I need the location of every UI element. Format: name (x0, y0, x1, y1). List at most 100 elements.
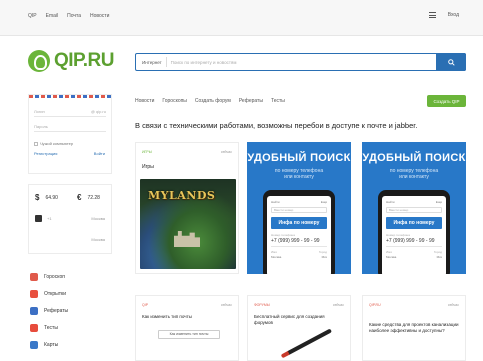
search-input[interactable]: Поиск по интернету и новостям (167, 60, 436, 65)
checkbox-icon (34, 141, 38, 146)
remember-checkbox[interactable]: Чужой компьютер (34, 141, 73, 146)
eur-rate: € 72.28 (77, 193, 100, 202)
game-card[interactable]: ИГРЫ сейчас Игры MYLANDS (135, 142, 239, 274)
screen-button: Инфа по номеру (271, 217, 327, 229)
dollar-icon: $ (35, 193, 40, 202)
screen-input: Ввести номер (271, 207, 327, 213)
card-action-button[interactable]: Как изменить тип почты (158, 330, 220, 339)
card-tag: QIP (142, 303, 149, 307)
card-meta: QIP сейчас (142, 303, 232, 307)
news-card[interactable]: QIP сейчас Как изменить тип почты Как из… (135, 295, 239, 361)
euro-icon: € (77, 193, 82, 202)
screen-footer-left-val: Москва (271, 255, 282, 259)
ad-subtitle-line: или контакту (399, 174, 429, 180)
service-cards[interactable]: Открытки (30, 289, 68, 298)
game-logo: MYLANDS (148, 189, 216, 202)
login-link[interactable]: Вход (448, 12, 459, 18)
screen-label: Номер телефона (386, 233, 410, 237)
screen-label: Номер телефона (271, 233, 295, 237)
site-logo[interactable]: QIP.RU (28, 50, 115, 72)
login-field[interactable]: Логин @ qip.ru (34, 107, 106, 117)
screen-top-left: Найти (386, 200, 395, 204)
weather-city[interactable]: Москва (91, 216, 105, 221)
card-meta: ФОРУМЫ сейчас (254, 303, 344, 307)
tab-news[interactable]: Новости (135, 98, 154, 104)
game-image[interactable]: MYLANDS (140, 179, 236, 269)
phone-screen: Найти Ещё Ввести номер Инфа по номеру Ном… (382, 196, 446, 274)
screen-footer-left: Имя (271, 250, 277, 254)
card-tag: ИГРЫ (142, 150, 152, 154)
screen-input: Ввести номер (386, 207, 442, 213)
card-tag: QIP.RU (369, 303, 381, 307)
password-field[interactable]: Пароль (34, 122, 106, 132)
services-list: Гороскоп Открытки Рефераты Тесты Карты (30, 272, 68, 349)
login-box: Логин @ qip.ru Пароль Чужой компьютер Ре… (28, 94, 112, 174)
tab-tests[interactable]: Тесты (271, 98, 285, 104)
screen-top-left: Найти (271, 200, 280, 204)
weather-extra[interactable]: Москва (91, 237, 105, 242)
card-meta: ИГРЫ сейчас (142, 150, 232, 154)
card-title: Как изменить тип почты (142, 314, 192, 319)
screen-footer-right: Город (433, 250, 442, 254)
map-icon (30, 340, 38, 349)
screen-footer-right-val: Мск (436, 255, 442, 259)
card-meta: QIP.RU сейчас (369, 303, 459, 307)
screen-footer-left: Имя (386, 250, 392, 254)
card-date: сейчас (220, 150, 232, 154)
news-card[interactable]: ФОРУМЫ сейчас Бесплатный сервис для созд… (247, 295, 351, 361)
qip-logo-icon (28, 50, 50, 72)
search-category-select[interactable]: Интернет (136, 57, 167, 67)
signin-link[interactable]: Войти (94, 151, 105, 156)
service-essays[interactable]: Рефераты (30, 306, 68, 315)
card-date: сейчас (447, 303, 459, 307)
rates-widget: $ 64.90 € 72.28 +1 Москва Москва (28, 184, 112, 254)
tab-horoscopes[interactable]: Гороскопы (162, 98, 187, 104)
screen-footer-left-val: Москва (386, 255, 397, 259)
service-label: Рефераты (44, 307, 69, 314)
ad-title: УДОБНЫЙ ПОИСК (247, 152, 351, 164)
phone-screen: Найти Ещё Ввести номер Инфа по номеру Ном… (267, 196, 331, 274)
pen-image (285, 328, 333, 356)
screen-button: Инфа по номеру (386, 217, 442, 229)
horoscope-icon (30, 272, 38, 281)
logo-text: QIP.RU (54, 50, 115, 71)
usd-rate: $ 64.90 (35, 193, 58, 202)
search-icon (447, 58, 455, 66)
remember-label: Чужой компьютер (40, 141, 74, 146)
top-link-qip[interactable]: QIP (28, 13, 37, 19)
phone-search-ad[interactable]: УДОБНЫЙ ПОИСК по номеру телефона или кон… (247, 142, 351, 274)
news-card[interactable]: QIP.RU сейчас Какие средства для проекто… (362, 295, 466, 361)
service-maps[interactable]: Карты (30, 340, 68, 349)
card-tag: ФОРУМЫ (254, 303, 270, 307)
password-placeholder: Пароль (34, 124, 48, 129)
tab-create-forum[interactable]: Создать форум (195, 98, 231, 104)
top-link-mail[interactable]: Почта (67, 13, 81, 19)
tab-essays[interactable]: Рефераты (239, 98, 263, 104)
create-qip-button[interactable]: Создать QIP (427, 95, 466, 107)
top-nav-links: QIP Email Почта Новости (28, 13, 109, 19)
search-button[interactable] (436, 53, 466, 71)
screen-footer-right: Город (318, 250, 327, 254)
screen-number: +7 (999) 999 - 99 - 99 (271, 238, 320, 244)
ad-subtitle: по номеру телефона или контакту (362, 168, 466, 180)
screen-number: +7 (999) 999 - 99 - 99 (386, 238, 435, 244)
ad-subtitle: по номеру телефона или контакту (247, 168, 351, 180)
service-horoscope[interactable]: Гороскоп (30, 272, 68, 281)
maintenance-notice: В связи с техническими работами, возможн… (135, 121, 418, 130)
top-link-news[interactable]: Новости (90, 13, 109, 19)
menu-icon[interactable] (428, 12, 436, 18)
card-title: Игры (142, 164, 154, 170)
usd-value: 64.90 (45, 194, 58, 201)
weather-temp: +1 (47, 216, 52, 221)
service-tests[interactable]: Тесты (30, 323, 68, 332)
top-link-email[interactable]: Email (46, 13, 59, 19)
card-date: сейчас (332, 303, 344, 307)
castle-image (174, 231, 200, 247)
register-link[interactable]: Регистрация (34, 151, 57, 156)
service-label: Гороскоп (44, 273, 65, 280)
section-tabs: Новости Гороскопы Создать форум Рефераты… (135, 98, 285, 104)
ad-subtitle-line: или контакту (284, 174, 314, 180)
service-label: Карты (44, 341, 59, 348)
phone-search-ad[interactable]: УДОБНЫЙ ПОИСК по номеру телефона или кон… (362, 142, 466, 274)
screen-footer-right-val: Мск (321, 255, 327, 259)
